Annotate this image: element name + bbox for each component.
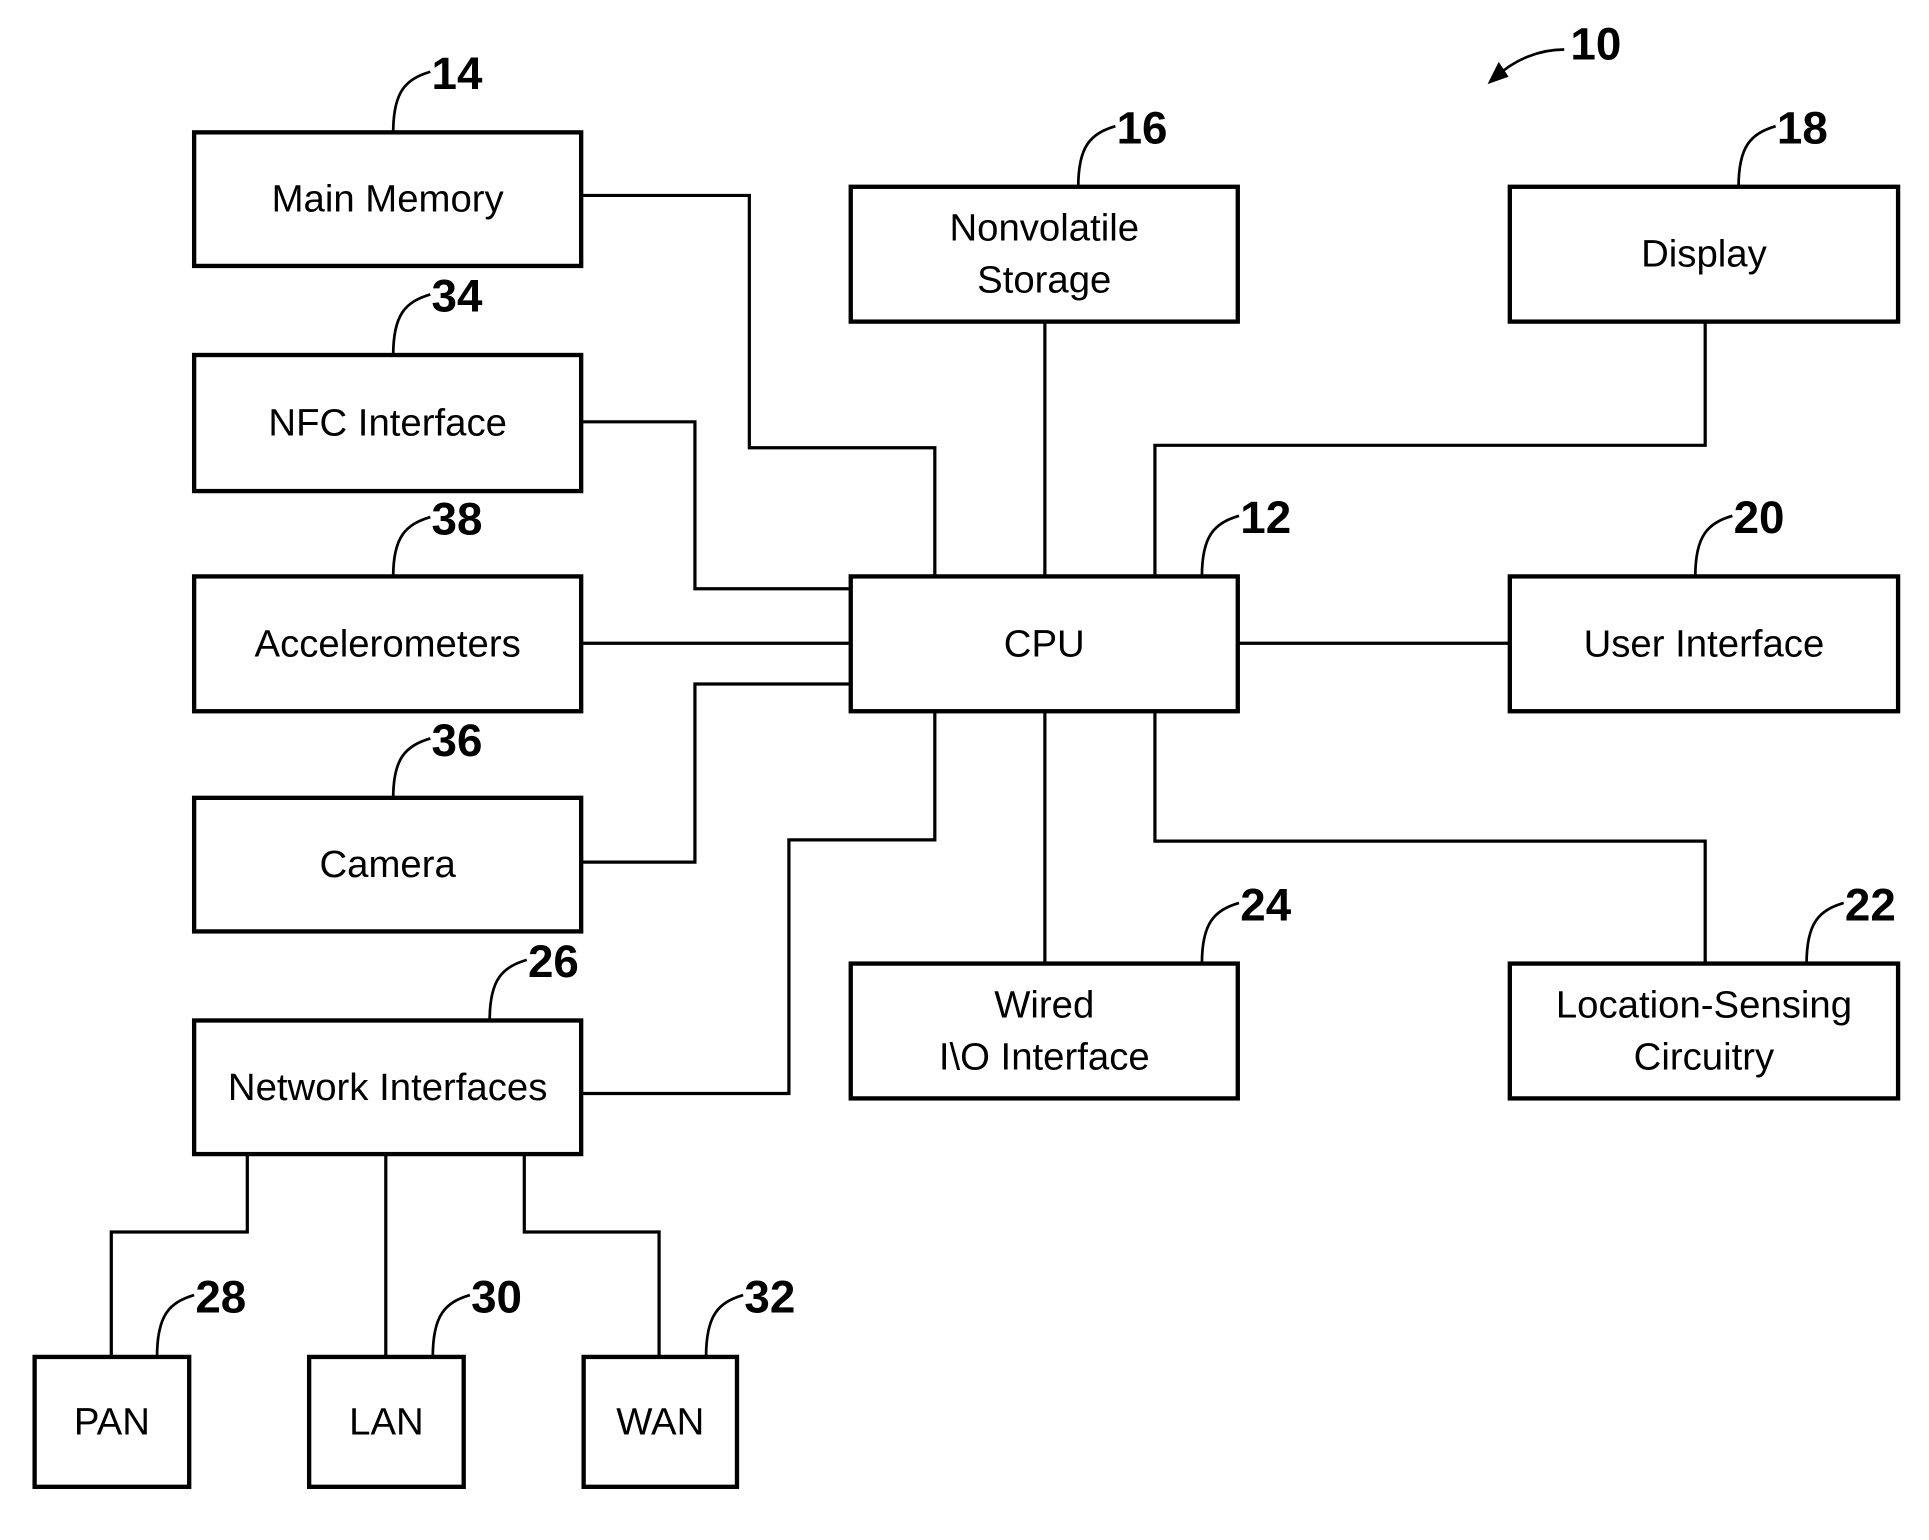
- block-label: WAN: [616, 1400, 704, 1443]
- block-label: Nonvolatile: [949, 207, 1139, 250]
- figure-reference: 10: [1487, 18, 1621, 85]
- leader-line: [391, 293, 431, 356]
- leader-line: [1737, 124, 1777, 187]
- block-label: Camera: [320, 843, 457, 886]
- block-storage: Nonvolatile Storage 16: [848, 102, 1240, 324]
- leader-line: [488, 958, 528, 1021]
- reference-number: 24: [1240, 879, 1291, 930]
- wire-location-cpu: [1153, 711, 1707, 964]
- block-label: CPU: [1004, 622, 1085, 665]
- blocks: Main Memory 14 NFC Interface 34 Acceleromete…: [32, 48, 1901, 1489]
- block-label: Display: [1641, 233, 1767, 276]
- reference-number: 36: [432, 715, 483, 766]
- reference-number: 14: [432, 48, 483, 99]
- reference-number: 22: [1845, 879, 1896, 930]
- leader-line: [391, 737, 431, 798]
- block-pan: PAN 28: [32, 1271, 246, 1489]
- leader-line: [1805, 901, 1845, 964]
- block-label: Network Interfaces: [228, 1066, 547, 1109]
- block-cpu: CPU 12: [848, 492, 1291, 714]
- leader-line: [1200, 901, 1240, 964]
- block-accel: Accelerometers 38: [191, 493, 584, 714]
- block-label: Storage: [977, 259, 1111, 302]
- block-main-memory: Main Memory 14: [191, 48, 584, 269]
- block-lan: LAN 30: [306, 1271, 522, 1489]
- block-nfc: NFC Interface 34: [191, 271, 584, 494]
- block-label: User Interface: [1584, 622, 1825, 665]
- wire-display-cpu: [1153, 321, 1707, 577]
- block-label: PAN: [74, 1400, 150, 1443]
- figure-ref-number: 10: [1570, 18, 1621, 69]
- block-diagram: Main Memory 14 NFC Interface 34 Acceleromete…: [32, 18, 1901, 1489]
- wire-network-wan: [522, 1154, 661, 1357]
- leader-line: [1076, 124, 1116, 187]
- reference-number: 30: [471, 1271, 522, 1322]
- leader-line: [431, 1293, 471, 1357]
- reference-number: 12: [1240, 492, 1291, 543]
- leader-line: [1200, 514, 1240, 577]
- wire-network-pan: [109, 1154, 249, 1357]
- reference-number: 28: [195, 1271, 246, 1322]
- block-label: I\O Interface: [939, 1035, 1150, 1078]
- block-wired: Wired I\O Interface 24: [848, 879, 1292, 1101]
- block-label: Circuitry: [1634, 1035, 1775, 1078]
- arrowhead-icon: [1487, 61, 1509, 85]
- leader-line: [1693, 514, 1733, 577]
- leader-line: [704, 1293, 744, 1357]
- block-label: Location-Sensing: [1556, 984, 1852, 1027]
- wire-camera-cpu: [581, 682, 851, 864]
- reference-number: 18: [1777, 102, 1828, 153]
- reference-number: 20: [1734, 492, 1785, 543]
- leader-line: [391, 515, 431, 577]
- leader-line: [155, 1293, 195, 1357]
- figure-arrow-icon: [1495, 48, 1565, 78]
- reference-number: 26: [528, 936, 579, 987]
- block-ui: User Interface 20: [1507, 492, 1901, 714]
- reference-number: 38: [432, 493, 483, 544]
- reference-number: 16: [1117, 102, 1168, 153]
- block-label: Main Memory: [272, 178, 505, 221]
- leader-line: [391, 70, 431, 133]
- block-label: Wired: [994, 984, 1094, 1027]
- reference-number: 34: [432, 271, 483, 322]
- block-camera: Camera 36: [191, 715, 584, 934]
- block-label: Accelerometers: [255, 622, 521, 665]
- block-label: NFC Interface: [268, 402, 507, 445]
- block-network: Network Interfaces 26: [191, 936, 584, 1157]
- block-display: Display 18: [1507, 102, 1901, 324]
- reference-number: 32: [744, 1271, 795, 1322]
- block-label: LAN: [349, 1400, 424, 1443]
- block-wan: WAN 32: [581, 1271, 795, 1489]
